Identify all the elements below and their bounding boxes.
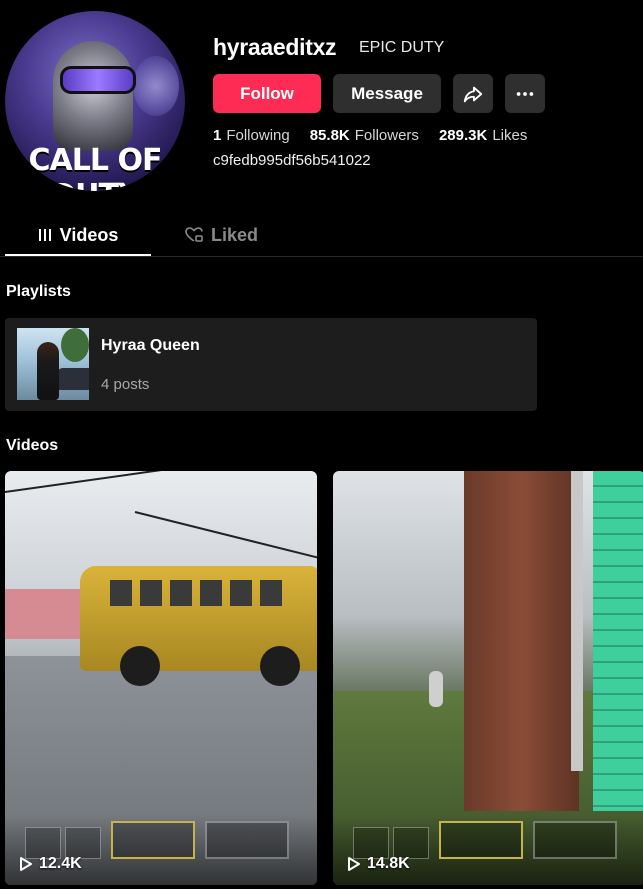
grid-icon <box>38 229 51 241</box>
thumbnail-person <box>37 342 59 400</box>
game-hud <box>333 815 643 885</box>
follow-button[interactable]: Follow <box>213 74 321 113</box>
thumbnail-bus <box>80 566 317 686</box>
stat-likes: 289.3K Likes <box>439 127 527 144</box>
thumbnail-green-siding <box>593 471 643 811</box>
thumbnail-soldier <box>429 671 443 707</box>
share-icon <box>463 86 483 102</box>
video-card[interactable]: 12.4K <box>5 471 317 885</box>
profile-username: hyraaeditxz <box>213 34 337 60</box>
likes-count: 289.3K <box>438 127 488 144</box>
profile-bio: c9fedb995df56b541022 <box>213 152 371 169</box>
avatar-goggles <box>60 66 136 94</box>
thumbnail-car <box>57 368 89 390</box>
profile-nickname: EPIC DUTY <box>359 39 445 56</box>
game-hud <box>5 815 317 885</box>
playlists-heading: Playlists <box>6 283 71 300</box>
avatar-ghost-figure <box>133 56 179 116</box>
thumbnail-pipe <box>571 471 583 771</box>
more-horizontal-icon <box>516 91 534 96</box>
power-line <box>5 471 315 493</box>
video-views: 14.8K <box>367 855 410 872</box>
following-label: Following <box>226 127 290 144</box>
video-views: 12.4K <box>39 855 82 872</box>
playlist-card[interactable]: Hyraa Queen 4 posts <box>5 318 537 411</box>
playlist-name: Hyraa Queen <box>101 337 200 354</box>
tab-videos-label: Videos <box>59 224 119 245</box>
video-card[interactable]: 14.8K <box>333 471 643 885</box>
playlist-post-count: 4 posts <box>101 376 150 393</box>
tab-liked[interactable]: Liked <box>185 216 258 254</box>
thumbnail-brick-wall <box>464 471 579 811</box>
thumbnail-tree <box>61 328 89 362</box>
followers-label: Followers <box>354 127 419 144</box>
play-icon <box>20 857 32 871</box>
video-view-count: 12.4K <box>19 855 82 873</box>
avatar-logo-text: CALL OF DUTY <box>28 143 163 191</box>
play-icon <box>348 857 360 871</box>
more-button[interactable] <box>505 74 545 113</box>
heart-lock-icon <box>185 227 203 242</box>
profile-avatar[interactable]: CALL OF DUTY <box>5 11 185 191</box>
stat-following[interactable]: 1 Following <box>213 127 290 144</box>
profile-tabs: Videos Liked <box>0 216 643 257</box>
stat-followers[interactable]: 85.8K Followers <box>310 127 419 144</box>
tab-liked-label: Liked <box>211 224 259 245</box>
video-view-count: 14.8K <box>347 855 410 873</box>
profile-stats: 1 Following 85.8K Followers 289.3K Likes <box>213 127 527 144</box>
thumbnail-house <box>5 589 85 639</box>
tab-videos[interactable]: Videos <box>5 216 151 256</box>
message-button[interactable]: Message <box>333 74 441 113</box>
likes-label: Likes <box>492 127 528 144</box>
following-count: 1 <box>213 127 222 144</box>
videos-heading: Videos <box>6 437 59 454</box>
followers-count: 85.8K <box>309 127 350 144</box>
avatar-soldier-figure <box>53 41 133 151</box>
share-button[interactable] <box>453 74 493 113</box>
playlist-thumbnail <box>17 328 89 400</box>
power-line <box>134 511 317 562</box>
